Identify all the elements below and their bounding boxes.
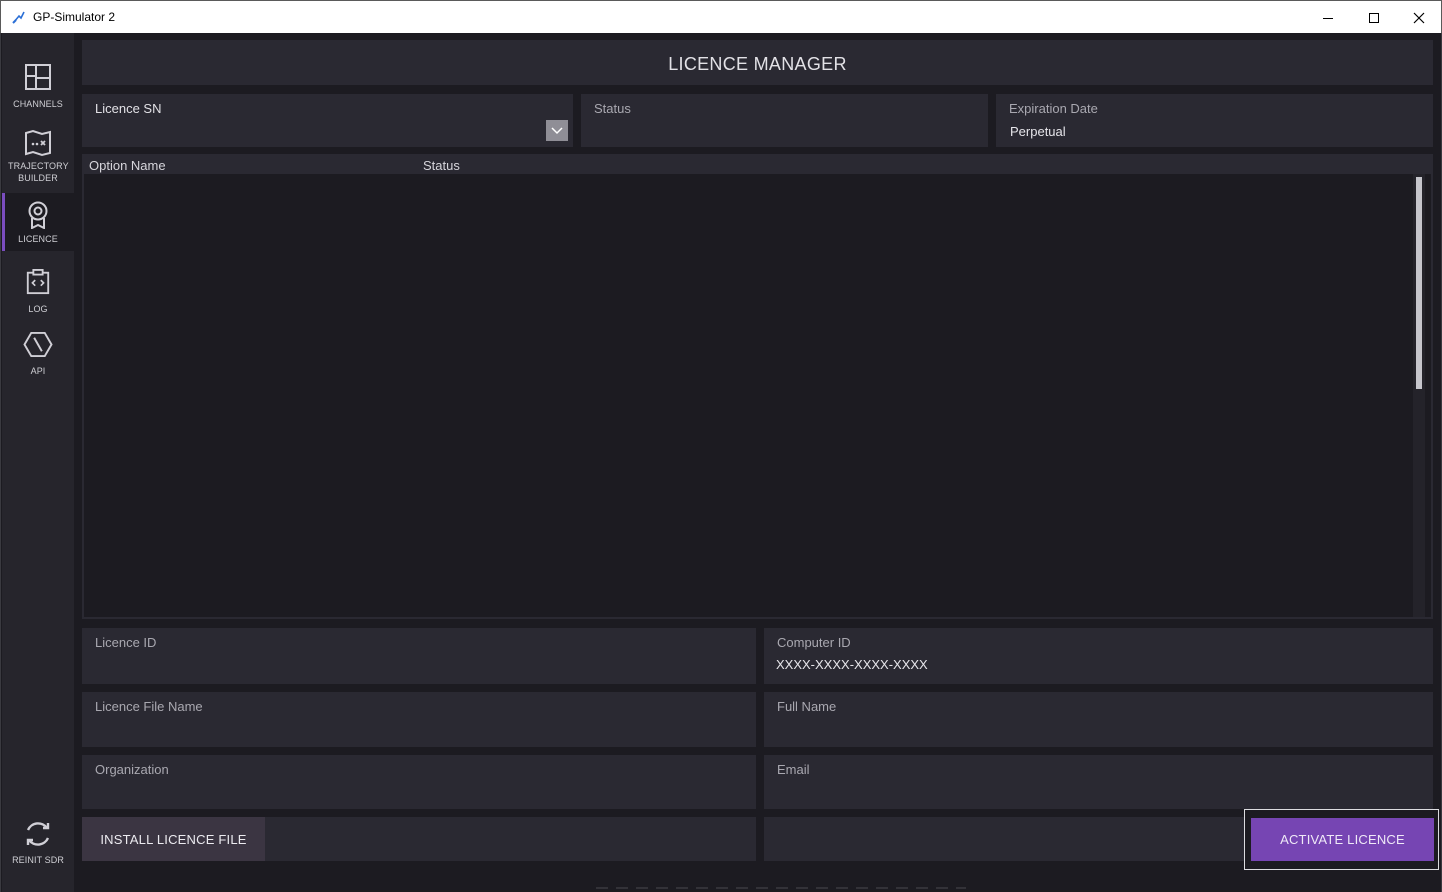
status-divider <box>596 887 966 889</box>
expiration-date-field: Expiration Date Perpetual <box>996 94 1433 147</box>
scrollbar-thumb[interactable] <box>1416 177 1422 389</box>
refresh-icon <box>26 822 50 846</box>
reinit-sdr-button[interactable]: REINIT SDR <box>2 819 74 869</box>
window-title: GP-Simulator 2 <box>33 10 116 24</box>
grid-layout-icon <box>25 64 51 90</box>
close-icon <box>1413 12 1425 23</box>
expiration-date-label: Expiration Date <box>1009 101 1098 116</box>
licence-file-name-label: Licence File Name <box>95 699 203 714</box>
sidebar-item-channels[interactable]: CHANNELS <box>2 63 74 113</box>
computer-id-value: XXXX-XXXX-XXXX-XXXX <box>776 657 928 672</box>
app-window: CHANNELS TRAJECTORY BUILDER LICENCE LOG … <box>0 33 1442 892</box>
full-name-field[interactable]: Full Name <box>764 692 1433 747</box>
map-icon <box>25 129 51 157</box>
full-name-label: Full Name <box>777 699 837 714</box>
sidebar-item-label: LICENCE <box>18 234 58 244</box>
licence-file-name-field[interactable]: Licence File Name <box>82 692 756 747</box>
options-table: Option Name Status <box>82 154 1433 619</box>
certificate-icon <box>28 201 48 229</box>
chevron-down-icon <box>551 126 563 134</box>
organization-field[interactable]: Organization <box>82 755 756 809</box>
dropdown-button[interactable] <box>546 120 568 141</box>
sidebar-item-label: CHANNELS <box>13 99 63 109</box>
reinit-sdr-label: REINIT SDR <box>12 855 64 865</box>
computer-id-label: Computer ID <box>777 635 851 650</box>
table-header: Option Name Status <box>82 154 1433 174</box>
email-field[interactable]: Email <box>764 755 1433 809</box>
email-label: Email <box>777 762 810 777</box>
maximize-icon <box>1369 12 1379 23</box>
page-header: LICENCE MANAGER <box>82 40 1433 85</box>
sidebar: CHANNELS TRAJECTORY BUILDER LICENCE LOG … <box>2 33 74 892</box>
activate-licence-button[interactable]: ACTIVATE LICENCE <box>1251 818 1434 861</box>
app-logo-icon <box>12 11 25 24</box>
minimize-icon <box>1323 17 1333 19</box>
column-header-status[interactable]: Status <box>423 158 460 173</box>
page-title: LICENCE MANAGER <box>668 54 847 74</box>
activate-licence-focus-ring: ACTIVATE LICENCE <box>1244 809 1439 870</box>
sidebar-item-label: API <box>30 366 46 376</box>
licence-id-field[interactable]: Licence ID <box>82 628 756 684</box>
licence-sn-label: Licence SN <box>95 101 162 116</box>
close-button[interactable] <box>1396 1 1442 34</box>
organization-label: Organization <box>95 762 169 777</box>
expiration-date-value: Perpetual <box>1010 124 1066 139</box>
minimize-button[interactable] <box>1305 1 1351 34</box>
licence-id-label: Licence ID <box>95 635 157 650</box>
licence-sn-select[interactable]: Licence SN <box>82 94 573 147</box>
computer-id-field[interactable]: Computer ID XXXX-XXXX-XXXX-XXXX <box>764 628 1433 684</box>
sidebar-item-licence[interactable]: LICENCE <box>2 193 74 251</box>
api-icon <box>23 331 53 358</box>
status-label: Status <box>594 101 631 116</box>
maximize-button[interactable] <box>1351 1 1397 34</box>
sidebar-item-trajectory-builder[interactable]: TRAJECTORY BUILDER <box>2 129 74 189</box>
window-title-bar: GP-Simulator 2 <box>0 0 1442 33</box>
activate-row <box>764 817 1244 861</box>
install-licence-file-button[interactable]: INSTALL LICENCE FILE <box>82 817 265 861</box>
table-body <box>84 174 1431 617</box>
sidebar-item-api[interactable]: API <box>2 331 74 377</box>
sidebar-item-label: LOG <box>28 304 48 314</box>
column-header-option-name[interactable]: Option Name <box>89 158 166 173</box>
sidebar-item-log[interactable]: LOG <box>2 269 74 315</box>
sidebar-item-label: TRAJECTORY BUILDER <box>8 161 69 183</box>
status-field: Status <box>581 94 988 147</box>
code-clipboard-icon <box>26 269 50 295</box>
